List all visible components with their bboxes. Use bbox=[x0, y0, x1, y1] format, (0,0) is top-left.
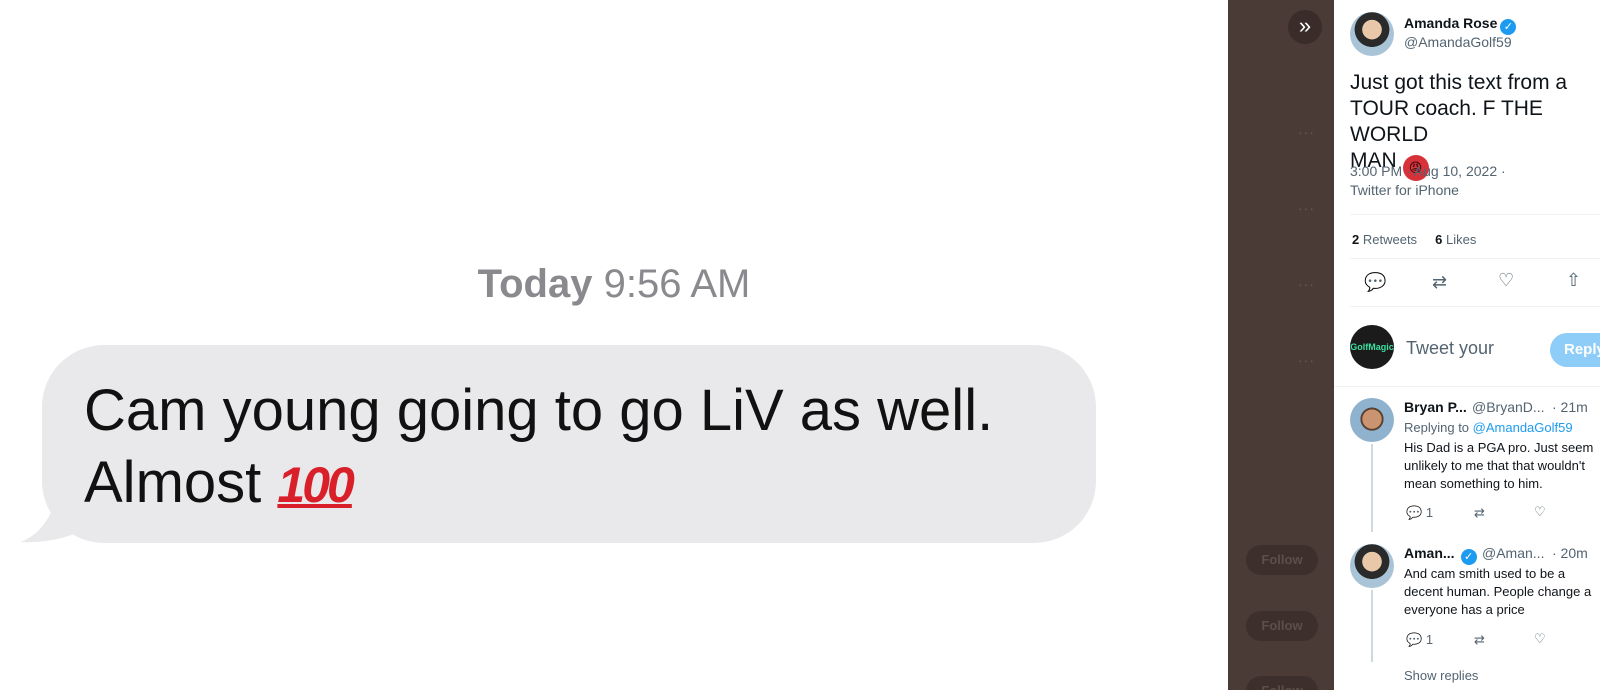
reply-text: And cam smith used to be a decent human.… bbox=[1404, 565, 1600, 619]
divider bbox=[1350, 214, 1600, 215]
author-name[interactable]: Amanda Rose ✓ bbox=[1404, 15, 1517, 35]
likes-label: Likes bbox=[1445, 232, 1477, 247]
reply-input[interactable]: Tweet your bbox=[1406, 338, 1494, 359]
like-icon[interactable]: ♡ bbox=[1498, 270, 1514, 291]
author-handle[interactable]: @AmandaGolf59 bbox=[1404, 34, 1512, 50]
tweet-timestamp[interactable]: 3:00 PM · Aug 10, 2022 · bbox=[1350, 163, 1506, 179]
thread-line bbox=[1371, 444, 1373, 532]
dimmed-follow-button: Follow bbox=[1246, 611, 1318, 641]
message-text: Cam young going to go LiV as well. Almos… bbox=[84, 375, 1084, 521]
verified-badge-icon: ✓ bbox=[1500, 19, 1517, 35]
message-line-2-text: Almost bbox=[84, 450, 262, 515]
reply-like-icon[interactable]: ♡ bbox=[1534, 504, 1546, 520]
reply-text-line: His Dad is a PGA pro. Just seem bbox=[1404, 440, 1594, 455]
current-user-avatar[interactable]: GolfMagic bbox=[1350, 325, 1394, 369]
message-timestamp: Today 9:56 AM bbox=[0, 262, 1228, 307]
reply-time[interactable]: · 20m bbox=[1552, 545, 1588, 561]
dimmed-more-icon: ··· bbox=[1298, 352, 1315, 368]
thread-line bbox=[1371, 590, 1373, 662]
show-replies-link[interactable]: Show replies bbox=[1404, 668, 1478, 683]
retweets-stat[interactable]: 2 Retweets bbox=[1352, 232, 1417, 247]
dimmed-more-icon: ··· bbox=[1298, 200, 1315, 216]
verified-badge-icon: ✓ bbox=[1460, 549, 1477, 565]
message-line-2: Almost 100 bbox=[84, 447, 1084, 521]
message-screenshot-image[interactable]: Today 9:56 AM Cam young going to go LiV … bbox=[0, 0, 1228, 690]
retweets-label: Retweets bbox=[1362, 232, 1418, 247]
reply-reply-icon[interactable]: 💬 1 bbox=[1406, 505, 1433, 521]
retweet-icon[interactable]: ⇄ bbox=[1432, 272, 1447, 293]
reply-button[interactable]: Reply bbox=[1550, 333, 1600, 367]
divider bbox=[1334, 386, 1600, 387]
tweet-text-line-1: Just got this text from a bbox=[1350, 71, 1568, 94]
reply-count: 1 bbox=[1425, 505, 1434, 520]
reply-avatar[interactable] bbox=[1350, 544, 1394, 588]
reply-avatar[interactable] bbox=[1350, 398, 1394, 442]
message-time-clock: 9:56 AM bbox=[603, 262, 751, 306]
reply-text-line: everyone has a price bbox=[1404, 602, 1525, 617]
collapse-panel-icon[interactable]: » bbox=[1288, 10, 1322, 44]
reply-text-line: decent human. People change a bbox=[1404, 584, 1592, 599]
reply-retweet-icon[interactable]: ⇄ bbox=[1474, 505, 1485, 521]
retweets-count: 2 bbox=[1352, 232, 1360, 247]
replying-to-handle[interactable]: @AmandaGolf59 bbox=[1473, 420, 1573, 435]
reply-author-name[interactable]: Aman... ✓ bbox=[1404, 545, 1477, 565]
reply-text-line: unlikely to me that that wouldn't bbox=[1404, 458, 1585, 473]
likes-count: 6 bbox=[1435, 232, 1443, 247]
divider bbox=[1350, 258, 1600, 259]
reply-author-name-text: Aman... bbox=[1404, 545, 1455, 561]
dimmed-follow-button: Follow bbox=[1246, 545, 1318, 575]
speech-bubble-icon: 💬 bbox=[1406, 632, 1423, 647]
reply-text: His Dad is a PGA pro. Just seem unlikely… bbox=[1404, 439, 1600, 493]
reply-author-name[interactable]: Bryan P... bbox=[1404, 399, 1467, 415]
dimmed-follow-button: Follow bbox=[1246, 676, 1318, 690]
tweet-text-line-2: TOUR coach. F THE WORLD bbox=[1350, 97, 1543, 146]
reply-time[interactable]: · 21m bbox=[1552, 399, 1588, 415]
author-avatar[interactable] bbox=[1350, 12, 1394, 56]
reply-retweet-icon[interactable]: ⇄ bbox=[1474, 632, 1485, 648]
reply-author-handle[interactable]: @BryanD... bbox=[1472, 399, 1545, 415]
likes-stat[interactable]: 6 Likes bbox=[1435, 232, 1476, 247]
speech-bubble-icon: 💬 bbox=[1406, 505, 1423, 520]
reply-count: 1 bbox=[1425, 632, 1434, 647]
hundred-points-emoji: 100 bbox=[277, 457, 354, 513]
replying-to: Replying to @AmandaGolf59 bbox=[1404, 419, 1600, 437]
reply-text-line: And cam smith used to be a bbox=[1404, 566, 1566, 581]
replying-to-label: Replying to bbox=[1404, 420, 1470, 435]
reply-like-icon[interactable]: ♡ bbox=[1534, 631, 1546, 647]
author-name-text: Amanda Rose bbox=[1404, 15, 1498, 31]
reply-author-handle[interactable]: @Aman... bbox=[1482, 545, 1544, 561]
tweet-stats: 2 Retweets 6 Likes bbox=[1352, 232, 1476, 247]
reply-icon[interactable]: 💬 bbox=[1364, 272, 1386, 293]
modal-backdrop[interactable] bbox=[1228, 0, 1334, 690]
divider bbox=[1350, 306, 1600, 307]
tweet-source[interactable]: Twitter for iPhone bbox=[1350, 182, 1459, 198]
dimmed-more-icon: ··· bbox=[1298, 124, 1315, 140]
reply-reply-icon[interactable]: 💬 1 bbox=[1406, 632, 1433, 648]
message-line-1: Cam young going to go LiV as well. bbox=[84, 378, 994, 443]
message-time-day: Today bbox=[477, 262, 593, 306]
share-icon[interactable]: ⇧ bbox=[1566, 270, 1581, 291]
tweet-panel: Amanda Rose ✓ @AmandaGolf59 Just got this… bbox=[1334, 0, 1600, 690]
dimmed-more-icon: ··· bbox=[1298, 276, 1315, 292]
reply-text-line: mean something to him. bbox=[1404, 476, 1543, 491]
